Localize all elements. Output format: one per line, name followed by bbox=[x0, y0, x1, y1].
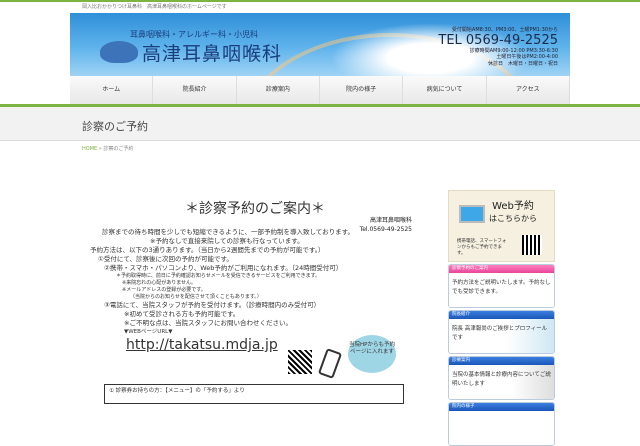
flyer-clinic-name: 高津耳鼻咽喉科 bbox=[369, 217, 412, 224]
sidebar: Web予約はこちらから 携帯電話、スマートフォンからもご予約できます。 診察予約… bbox=[448, 190, 555, 446]
header-banner: 耳鼻咽喉科・アレルギー科・小児科 高津耳鼻咽喉科 受付開始AM8:30、PM3:… bbox=[70, 13, 570, 76]
main-nav: ホーム 院長紹介 診療案内 院内の様子 病気について アクセス bbox=[70, 76, 570, 104]
card-body bbox=[449, 411, 554, 445]
flyer-clinic-tel: Tel.0569-49-2525 bbox=[359, 226, 412, 233]
nav-home[interactable]: ホーム bbox=[70, 76, 154, 104]
card-body: 当院の基本情報と診療内容についてご説明いたします bbox=[449, 365, 554, 399]
nav-director[interactable]: 院長紹介 bbox=[153, 76, 237, 104]
flyer-line: ※予約なしで直接来院しての診察も行なっています。 bbox=[150, 237, 304, 245]
nav-services[interactable]: 診療案内 bbox=[237, 76, 320, 104]
flyer-line: ※来院忘れの心配がありません。 bbox=[122, 280, 197, 286]
flyer-line: ②携帯・スマホ・パソコンより、Web予約がご利用になれます。（24時間受付可） bbox=[104, 264, 343, 272]
card-header: 院長紹介 bbox=[449, 311, 554, 319]
card-header: 院内の様子 bbox=[449, 403, 554, 411]
web-title-2: はこちらから bbox=[489, 214, 537, 223]
card-body: 院長 高津報尚のご挨拶とプロフィールです bbox=[449, 319, 554, 353]
web-reservation-title: Web予約はこちらから bbox=[489, 201, 537, 225]
tagline: 岡入比おかかりつけ耳鼻科 高津耳鼻咽喉科のホームページです bbox=[82, 4, 227, 10]
flyer-line: （当院からのお知らせを配信させて頂くこともあります。） bbox=[130, 294, 262, 300]
qr-code-icon bbox=[522, 235, 542, 255]
nav-access[interactable]: アクセス bbox=[487, 76, 570, 104]
elephant-logo-icon bbox=[100, 41, 138, 63]
sidebar-card-director[interactable]: 院長紹介 院長 高津報尚のご挨拶とプロフィールです bbox=[448, 310, 555, 354]
flyer-line: ①受付にて、診察後に次回の予約が可能です。 bbox=[98, 255, 233, 263]
card-header: 診療案内 bbox=[449, 357, 554, 365]
monitor-icon bbox=[459, 205, 485, 223]
sidebar-card-services[interactable]: 診療案内 当院の基本情報と診療内容についてご説明いたします bbox=[448, 356, 555, 400]
nav-interior[interactable]: 院内の様子 bbox=[320, 76, 404, 104]
web-reservation-banner[interactable]: Web予約はこちらから 携帯電話、スマートフォンからもご予約できます。 bbox=[448, 190, 555, 262]
web-note: 携帯電話、スマートフォンからもご予約できます。 bbox=[457, 239, 507, 256]
top-accent bbox=[0, 0, 640, 2]
flyer-line: ※メールアドレスの登録が必要です。 bbox=[122, 287, 206, 293]
breadcrumb: HOME » 診察のご予約 bbox=[82, 145, 133, 152]
title-band: 診察のご予約 bbox=[0, 107, 640, 141]
card-header: 診察予約のご案内 bbox=[449, 265, 554, 273]
closed-days: 休診日 木曜日・日曜日・祝日 bbox=[487, 60, 558, 67]
flyer-clinic: 高津耳鼻咽喉科 Tel.0569-49-2525 bbox=[360, 216, 412, 234]
contact-info: 受付開始AM8:30、PM3:00、土曜PM1:30から TEL 0569-49… bbox=[438, 27, 558, 67]
flyer-line: ＊予約取得時に、前日に予約確認お知らせメールを受信できるサービスをご利用できます… bbox=[116, 273, 321, 279]
sidebar-card-interior[interactable]: 院内の様子 bbox=[448, 402, 555, 446]
breadcrumb-current: 診察のご予約 bbox=[103, 146, 134, 152]
reservation-flyer: ＊診察予約のご案内＊ 高津耳鼻咽喉科 Tel.0569-49-2525 診察までの… bbox=[90, 200, 420, 404]
nav-diseases[interactable]: 病気について bbox=[403, 76, 487, 104]
web-title-1: Web予約 bbox=[492, 201, 534, 212]
speech-bubble: 当院HPからも予約ページに入れます bbox=[348, 335, 396, 373]
qr-code-icon bbox=[288, 350, 312, 374]
phone-number: TEL 0569-49-2525 bbox=[438, 32, 558, 48]
page-title: 診察のご予約 bbox=[82, 120, 148, 133]
card-body: 予約方法をご説明いたします。予約なしでも受診できます。 bbox=[449, 273, 554, 307]
flyer-line: 予約方法は、以下の3通りあります。（当日から2週間先までの予約が可能です。） bbox=[90, 246, 325, 254]
breadcrumb-home[interactable]: HOME bbox=[82, 146, 97, 152]
step1-box: ① 診察券お持ちの方：【メニュー】の「予約する」より bbox=[104, 384, 404, 404]
sidebar-card-reservation[interactable]: 診察予約のご案内 予約方法をご説明いたします。予約なしでも受診できます。 bbox=[448, 264, 555, 308]
clinic-logo[interactable]: 高津耳鼻咽喉科 bbox=[142, 39, 282, 66]
flyer-line: ※ご不明な点は、当院スタッフにお問い合わせください。 bbox=[124, 319, 292, 327]
flyer-line: ③電話にて、当院スタッフが予約を受付けます。（診療時間内のみ受付可） bbox=[104, 301, 321, 309]
flyer-line: ※初めて受診される方も予約可能です。 bbox=[124, 310, 240, 318]
